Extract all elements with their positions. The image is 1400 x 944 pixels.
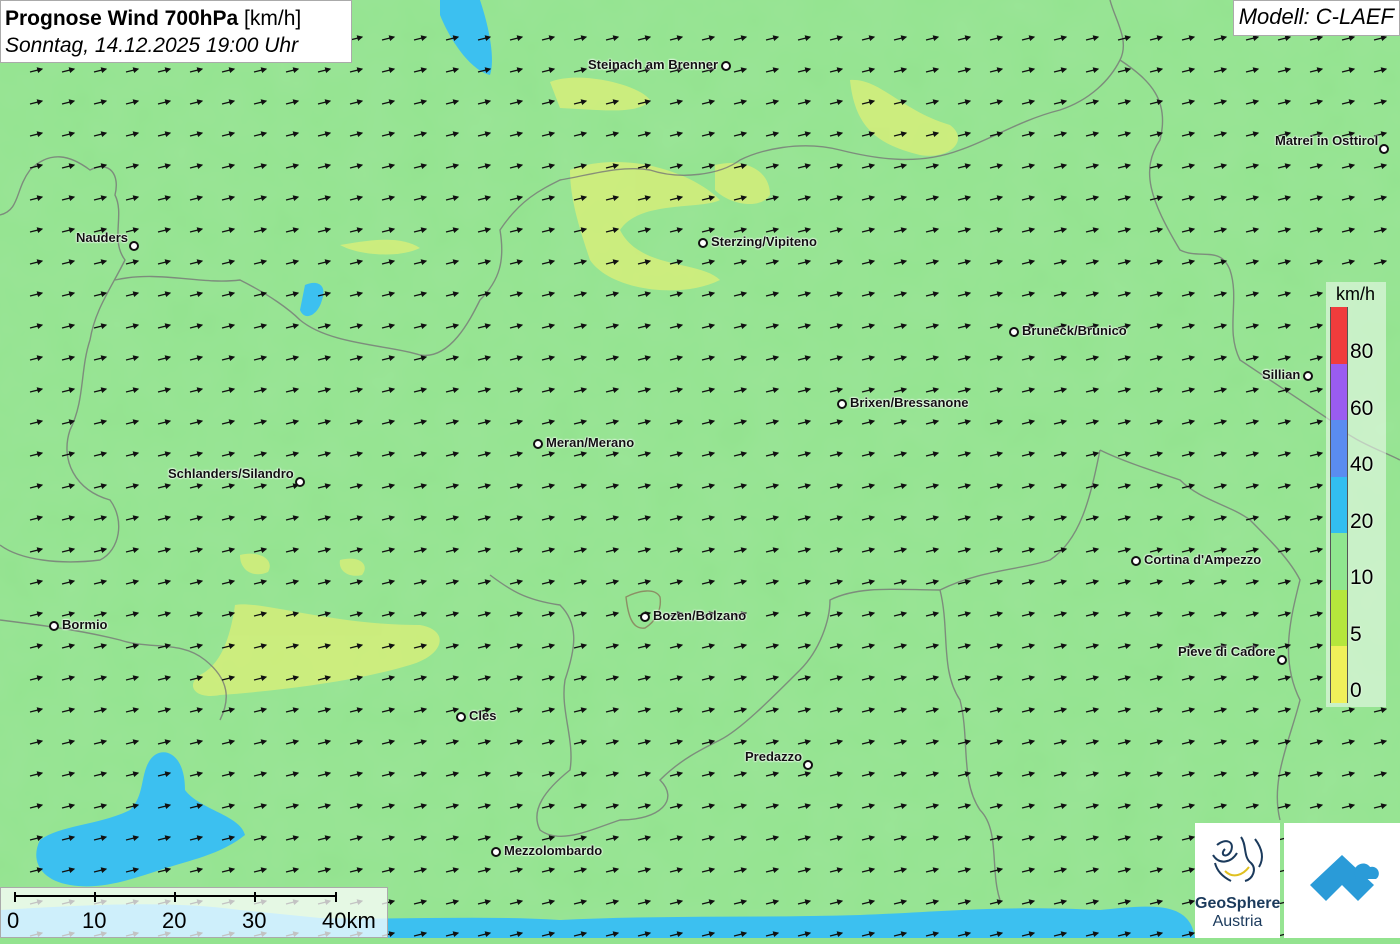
title-box: Prognose Wind 700hPa [km/h] Sonntag, 14.… — [0, 0, 352, 63]
legend-tick-label: 60 — [1350, 396, 1374, 420]
legend-color-step — [1330, 307, 1348, 364]
legend-tick-label: 80 — [1350, 340, 1374, 363]
city-label: Bruneck/Brunico — [1022, 323, 1127, 338]
legend-color-step — [1330, 476, 1348, 533]
legend-color-step — [1330, 363, 1348, 420]
scale-label-20: 20 — [162, 908, 187, 933]
scale-label-40: 40km — [322, 908, 376, 933]
legend-color-step — [1330, 420, 1348, 477]
city-label: Nauders — [76, 230, 129, 245]
scale-label-30: 30 — [242, 908, 267, 933]
legend-tick-label: 10 — [1350, 566, 1374, 589]
weather-app-icon — [1310, 855, 1379, 901]
map-title: Prognose Wind 700hPa [km/h] — [5, 5, 347, 32]
city-label: Sterzing/Vipiteno — [711, 234, 817, 249]
city-label: Steinach am Brenner — [588, 57, 719, 72]
city-marker[interactable] — [640, 612, 650, 622]
city-marker[interactable] — [1131, 556, 1141, 566]
city-label: Bormio — [62, 617, 108, 632]
legend-tick-label: 5 — [1350, 622, 1362, 646]
city-label: Pieve di Cadore — [1178, 644, 1276, 659]
city-marker[interactable] — [295, 477, 305, 487]
city-marker[interactable] — [698, 238, 708, 248]
city-label: Matrei in Osttirol — [1275, 133, 1379, 148]
model-label: Modell: C-LAEF — [1232, 0, 1400, 36]
scale-label-0: 0 — [7, 908, 20, 933]
legend-color-step — [1330, 646, 1348, 703]
city-label: Cles — [469, 708, 497, 723]
legend-unit: km/h — [1336, 284, 1376, 304]
city-marker[interactable] — [129, 241, 139, 251]
city-marker[interactable] — [1009, 327, 1019, 337]
geosphere-logo-icon — [1212, 836, 1263, 882]
city-marker[interactable] — [533, 439, 543, 449]
legend-color-bar — [1330, 307, 1348, 703]
legend-color-step — [1330, 589, 1348, 646]
city-label: Brixen/Bressanone — [850, 395, 969, 410]
scale-label-10: 10 — [82, 908, 107, 933]
title-main: Prognose Wind 700hPa — [5, 7, 239, 30]
legend-color-step — [1330, 533, 1348, 590]
title-unit: [km/h] — [244, 7, 302, 30]
forecast-datetime: Sonntag, 14.12.2025 19:00 Uhr — [5, 34, 299, 57]
city-marker[interactable] — [49, 621, 59, 631]
legend-tick-label: 20 — [1350, 509, 1374, 533]
geosphere-logo-subtext: Austria — [1212, 913, 1263, 930]
city-label: Schlanders/Silandro — [168, 466, 294, 481]
city-marker[interactable] — [1277, 655, 1287, 665]
legend-tick-label: 40 — [1350, 453, 1374, 476]
city-label: Cortina d'Ampezzo — [1144, 552, 1262, 567]
city-label: Predazzo — [745, 749, 803, 764]
legend-tick-label: 0 — [1350, 679, 1362, 702]
city-marker[interactable] — [456, 712, 466, 722]
city-label: Sillian — [1262, 367, 1301, 382]
weather-app-logo[interactable] — [1284, 823, 1400, 938]
city-marker[interactable] — [491, 847, 501, 857]
city-marker[interactable] — [1379, 144, 1389, 154]
city-marker[interactable] — [803, 760, 813, 770]
city-label: Meran/Merano — [546, 435, 635, 450]
geosphere-logo-text: GeoSphere — [1195, 895, 1281, 912]
city-marker[interactable] — [721, 61, 731, 71]
city-label: Bozen/Bolzano — [653, 608, 747, 623]
city-marker[interactable] — [1303, 371, 1313, 381]
city-label: Mezzolombardo — [504, 843, 603, 858]
city-marker[interactable] — [837, 399, 847, 409]
